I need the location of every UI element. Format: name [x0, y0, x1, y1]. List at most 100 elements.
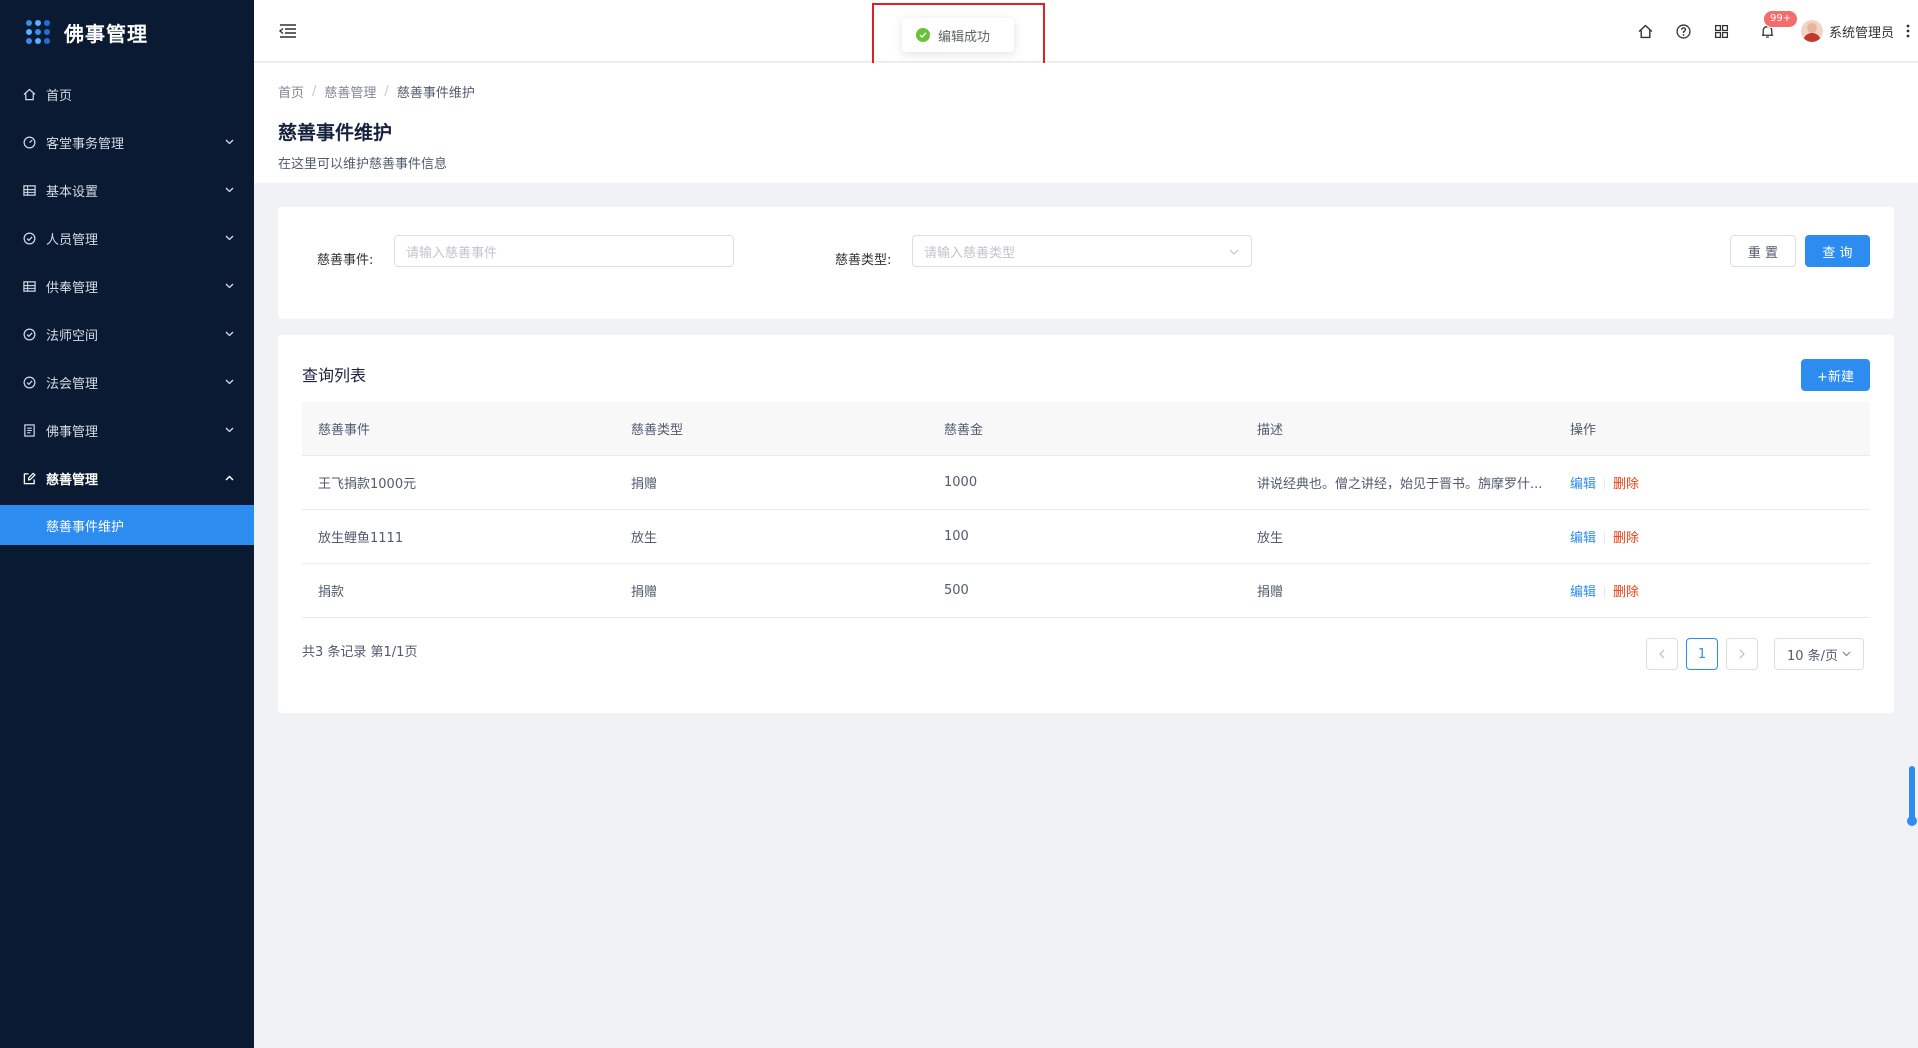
chevron-down-icon — [224, 185, 234, 195]
cell-type: 捐赠 — [615, 455, 928, 510]
sidebar-item-dharma-assembly[interactable]: 法会管理 — [0, 358, 254, 406]
cell-actions: 编辑 删除 — [1554, 509, 1870, 564]
event-search-input[interactable]: 请输入慈善事件 — [394, 235, 734, 267]
sidebar-item-charity[interactable]: 慈善管理 — [0, 454, 254, 502]
chevron-down-icon — [1842, 651, 1851, 657]
success-check-icon — [916, 28, 930, 42]
query-button[interactable]: 查 询 — [1805, 235, 1870, 267]
home-icon — [22, 87, 36, 101]
breadcrumb-charity[interactable]: 慈善管理 — [324, 82, 376, 101]
edit-link[interactable]: 编辑 — [1570, 531, 1596, 546]
sidebar-subitem-charity-events[interactable]: 慈善事件维护 — [0, 505, 254, 545]
sidebar-item-buddhist-affairs[interactable]: 佛事管理 — [0, 406, 254, 454]
type-select[interactable]: 请输入慈善类型 — [912, 235, 1252, 267]
chevron-down-icon — [224, 377, 234, 387]
search-form: 慈善事件: 请输入慈善事件 慈善类型: 请输入慈善类型 重 置 查 询 — [278, 207, 1894, 319]
cell-description: 捐赠 — [1241, 563, 1554, 618]
page-header: 首页 / 慈善管理 / 慈善事件维护 慈善事件维护 在这里可以维护慈善事件信息 — [254, 63, 1918, 183]
avatar — [1800, 20, 1823, 42]
prev-page-button[interactable] — [1646, 638, 1678, 670]
document-icon — [22, 423, 36, 437]
home-icon[interactable] — [1637, 22, 1655, 40]
cell-description: 讲说经典也。僧之讲经，始见于晋书。旃摩罗什... — [1241, 455, 1554, 510]
table-row: 捐款 捐赠 500 捐赠 编辑 删除 — [302, 563, 1870, 618]
cell-event: 放生鲤鱼1111 — [302, 509, 615, 564]
sidebar-item-label: 慈善管理 — [46, 472, 99, 488]
list-panel: 查询列表 +新建 慈善事件 慈善类型 慈善金 描述 操作 王飞捐款1000元 捐… — [278, 335, 1894, 713]
check-circle-icon — [22, 375, 36, 389]
user-menu[interactable]: 系统管理员 — [1800, 20, 1894, 42]
delete-link[interactable]: 删除 — [1613, 531, 1639, 546]
menu-collapse-icon[interactable] — [278, 22, 298, 40]
header-actions: 99+ 系统管理员 — [1627, 0, 1918, 62]
apps-grid-icon — [26, 20, 50, 44]
edit-icon — [22, 471, 36, 485]
app-title: 佛事管理 — [64, 21, 148, 46]
sidebar-item-offerings[interactable]: 供奉管理 — [0, 262, 254, 310]
sidebar-item-basic-settings[interactable]: 基本设置 — [0, 166, 254, 214]
page-title: 慈善事件维护 — [278, 122, 393, 144]
help-icon[interactable] — [1675, 22, 1693, 40]
more-vertical-icon[interactable] — [1902, 22, 1914, 40]
notification-badge: 99+ — [1762, 10, 1799, 28]
chevron-right-icon — [1739, 649, 1745, 659]
cell-amount: 1000 — [928, 455, 1241, 510]
divider — [1604, 532, 1606, 544]
top-header: 99+ 系统管理员 — [254, 0, 1918, 62]
edit-link[interactable]: 编辑 — [1570, 585, 1596, 600]
sidebar-item-label: 法会管理 — [46, 376, 99, 392]
chevron-up-icon — [224, 473, 234, 483]
check-circle-icon — [22, 327, 36, 341]
sidebar-menu: 首页 客堂事务管理 基本设置 人员管理 供奉管理 法师空间 法会管理 佛事管理 … — [0, 70, 254, 545]
event-input-placeholder: 请输入慈善事件 — [406, 245, 498, 261]
cell-event: 捐款 — [302, 563, 615, 618]
sidebar-item-reception[interactable]: 客堂事务管理 — [0, 118, 254, 166]
cell-type: 捐赠 — [615, 563, 928, 618]
reset-button[interactable]: 重 置 — [1730, 235, 1796, 267]
sidebar-item-master-space[interactable]: 法师空间 — [0, 310, 254, 358]
table-row: 王飞捐款1000元 捐赠 1000 讲说经典也。僧之讲经，始见于晋书。旃摩罗什.… — [302, 455, 1870, 510]
sidebar: 佛事管理 首页 客堂事务管理 基本设置 人员管理 供奉管理 法师空间 法会管理 … — [0, 0, 254, 1048]
cell-amount: 100 — [928, 509, 1241, 564]
delete-link[interactable]: 删除 — [1613, 585, 1639, 600]
check-circle-icon — [22, 231, 36, 245]
sidebar-item-personnel[interactable]: 人员管理 — [0, 214, 254, 262]
cell-type: 放生 — [615, 509, 928, 564]
scrollbar-thumb[interactable] — [1907, 766, 1917, 826]
sidebar-item-label: 基本设置 — [46, 184, 99, 200]
cell-event: 王飞捐款1000元 — [302, 455, 615, 510]
next-page-button[interactable] — [1726, 638, 1758, 670]
sidebar-item-label: 供奉管理 — [46, 280, 99, 296]
breadcrumb-separator: / — [312, 84, 317, 99]
table-row: 放生鲤鱼1111 放生 100 放生 编辑 删除 — [302, 509, 1870, 564]
dashboard-icon — [22, 135, 36, 149]
page-description: 在这里可以维护慈善事件信息 — [278, 157, 448, 172]
edit-link[interactable]: 编辑 — [1570, 477, 1596, 492]
bell-icon[interactable]: 99+ — [1759, 10, 1799, 40]
sidebar-item-home[interactable]: 首页 — [0, 70, 254, 118]
grid-icon[interactable] — [1713, 22, 1731, 40]
column-header-actions: 操作 — [1554, 402, 1870, 456]
list-title: 查询列表 — [302, 366, 367, 385]
type-select-placeholder: 请输入慈善类型 — [924, 245, 1016, 261]
breadcrumb: 首页 / 慈善管理 / 慈善事件维护 — [278, 82, 1918, 101]
divider — [1604, 586, 1606, 598]
cell-description: 放生 — [1241, 509, 1554, 564]
chevron-down-icon — [224, 281, 234, 291]
chevron-down-icon — [224, 137, 234, 147]
page-size-select[interactable]: 10 条/页 — [1774, 638, 1864, 670]
breadcrumb-separator: / — [384, 84, 389, 99]
page-button-1[interactable]: 1 — [1686, 638, 1718, 670]
chevron-down-icon — [1229, 246, 1239, 256]
column-header-description: 描述 — [1241, 402, 1554, 456]
chevron-left-icon — [1659, 649, 1665, 659]
record-count: 共3 条记录 第1/1页 — [302, 645, 418, 660]
divider — [1604, 478, 1606, 490]
breadcrumb-current: 慈善事件维护 — [396, 86, 475, 101]
breadcrumb-home[interactable]: 首页 — [278, 82, 304, 101]
cell-amount: 500 — [928, 563, 1241, 618]
delete-link[interactable]: 删除 — [1613, 477, 1639, 492]
app-logo[interactable]: 佛事管理 — [0, 0, 254, 64]
add-new-button[interactable]: +新建 — [1801, 359, 1870, 391]
success-toast: 编辑成功 — [902, 18, 1014, 52]
